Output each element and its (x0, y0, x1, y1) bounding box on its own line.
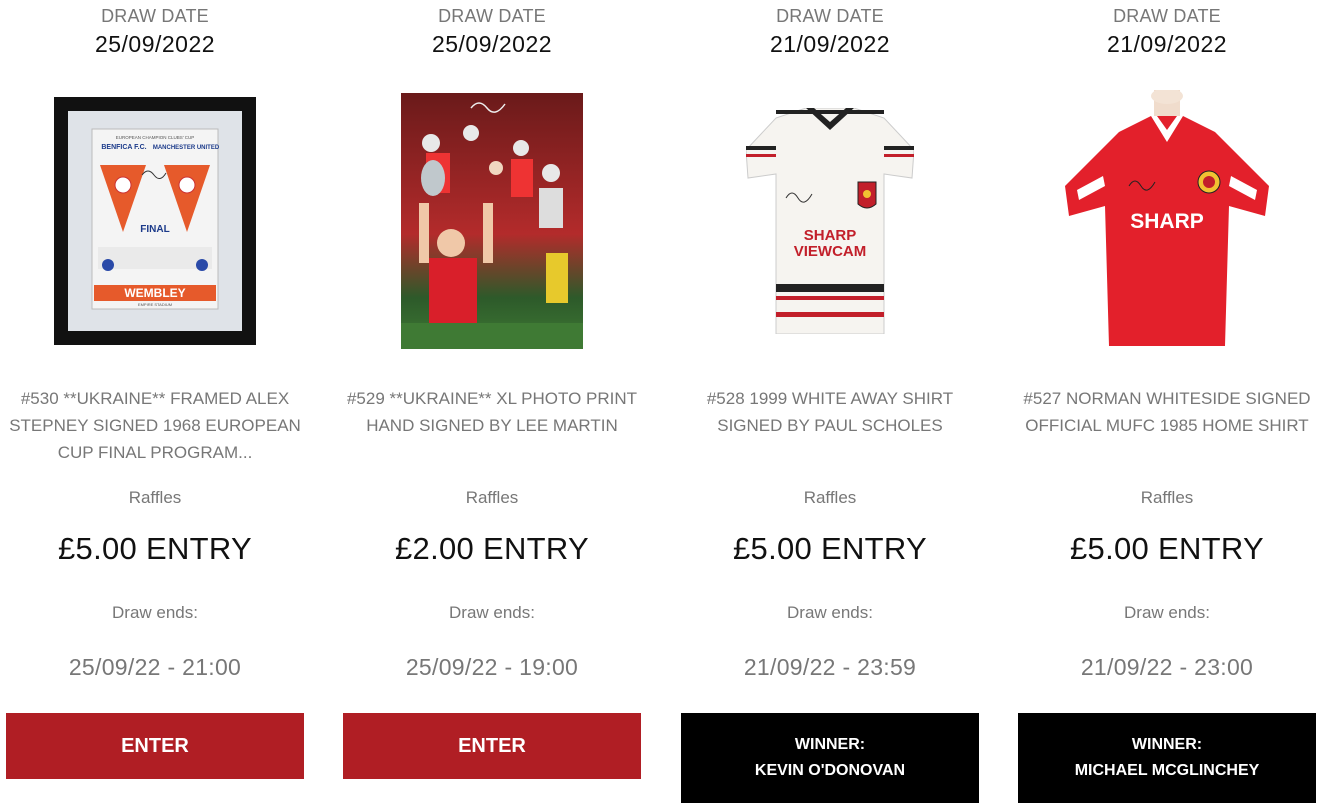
product-image-white-shirt[interactable]: SHARP VIEWCAM (699, 86, 961, 356)
product-image-photo-print[interactable] (361, 86, 623, 356)
draw-ends-label: Draw ends: (112, 603, 198, 622)
winner-box: WINNER: MICHAEL MCGLINCHEY (1018, 713, 1316, 803)
draw-date: 25/09/2022 (94, 31, 216, 57)
category-label: Raffles (465, 488, 519, 507)
draw-ends-label: Draw ends: (1124, 603, 1210, 622)
competition-title[interactable]: #528 1999 WHITE AWAY SHIRT SIGNED BY PAU… (683, 385, 977, 439)
entry-price: £5.00 ENTRY (733, 531, 927, 566)
winner-box: WINNER: KEVIN O'DONOVAN (681, 713, 979, 803)
draw-ends-time: 25/09/22 - 21:00 (68, 654, 242, 680)
programme-team-right: MANCHESTER UNITED (153, 145, 220, 151)
programme-header-text: EUROPEAN CHAMPION CLUBS' CUP (116, 135, 195, 140)
draw-ends-time: 21/09/22 - 23:59 (743, 654, 917, 680)
shirt-sponsor-line-1: SHARP (804, 227, 857, 244)
shirt-sponsor-line-2: VIEWCAM (794, 243, 867, 260)
programme-venue-text: WEMBLEY (124, 286, 185, 300)
draw-ends-time: 21/09/22 - 23:00 (1080, 654, 1254, 680)
winner-name: MICHAEL MCGLINCHEY (1074, 762, 1260, 779)
enter-button[interactable]: ENTER (6, 713, 304, 779)
competition-grid: DRAW DATE 25/09/2022 EUROPEAN CHAMPION C… (0, 0, 1322, 808)
programme-final-text: FINAL (140, 224, 169, 235)
competition-card: DRAW DATE 25/09/2022 #529 **UKRAINE** XL… (343, 0, 641, 808)
entry-price: £5.00 ENTRY (58, 531, 252, 566)
shirt-sponsor: SHARP (1130, 210, 1204, 233)
competition-title[interactable]: #530 **UKRAINE** FRAMED ALEX STEPNEY SIG… (8, 385, 302, 466)
draw-date: 21/09/2022 (1106, 31, 1228, 57)
winner-name: KEVIN O'DONOVAN (754, 762, 906, 779)
product-image-framed-programme[interactable]: EUROPEAN CHAMPION CLUBS' CUP BENFICA F.C… (24, 86, 286, 356)
winner-label: WINNER: (1131, 736, 1203, 753)
draw-ends-label: Draw ends: (449, 603, 535, 622)
draw-date-label: DRAW DATE (101, 6, 209, 26)
category-label: Raffles (803, 488, 857, 507)
draw-date-label: DRAW DATE (1113, 6, 1221, 26)
draw-ends-label: Draw ends: (787, 603, 873, 622)
red-shirt-image: SHARP (1065, 90, 1269, 346)
enter-button[interactable]: ENTER (343, 713, 641, 779)
competition-title[interactable]: #529 **UKRAINE** XL PHOTO PRINT HAND SIG… (345, 385, 639, 439)
entry-price: £2.00 ENTRY (395, 531, 589, 566)
programme-venue-sub: EMPIRE STADIUM (138, 302, 172, 307)
entry-price: £5.00 ENTRY (1070, 531, 1264, 566)
competition-card: DRAW DATE 21/09/2022 SHARP VIEWCAM #528 … (681, 0, 979, 808)
draw-date: 25/09/2022 (431, 31, 553, 57)
photo-print-image (401, 93, 583, 349)
competition-card: DRAW DATE 21/09/2022 SHARP #527 NORMAN W… (1018, 0, 1316, 808)
framed-programme-image: EUROPEAN CHAMPION CLUBS' CUP BENFICA F.C… (54, 97, 256, 345)
draw-date-label: DRAW DATE (776, 6, 884, 26)
product-image-red-shirt[interactable]: SHARP (1036, 86, 1298, 356)
category-label: Raffles (128, 488, 182, 507)
white-shirt-image: SHARP VIEWCAM (746, 108, 914, 334)
draw-date-label: DRAW DATE (438, 6, 546, 26)
winner-label: WINNER: (794, 736, 866, 753)
competition-card: DRAW DATE 25/09/2022 EUROPEAN CHAMPION C… (6, 0, 304, 808)
draw-ends-time: 25/09/22 - 19:00 (405, 654, 579, 680)
programme-team-left: BENFICA F.C. (101, 144, 146, 151)
draw-date: 21/09/2022 (769, 31, 891, 57)
category-label: Raffles (1140, 488, 1194, 507)
competition-title[interactable]: #527 NORMAN WHITESIDE SIGNED OFFICIAL MU… (1020, 385, 1314, 439)
